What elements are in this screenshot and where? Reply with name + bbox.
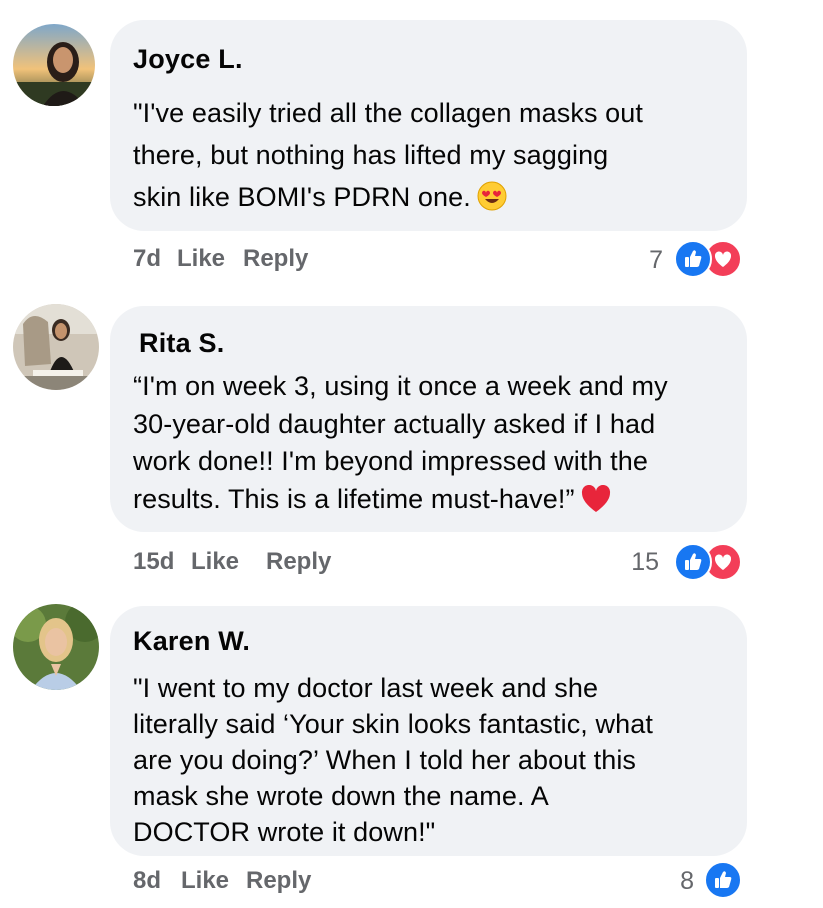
like-icon: [704, 861, 742, 899]
avatar[interactable]: [13, 24, 95, 106]
reply-link[interactable]: Reply: [243, 245, 308, 273]
comment: Karen W. "I went to my doctor last week …: [0, 600, 823, 908]
comment-bubble: Joyce L. "I've easily tried all the coll…: [110, 20, 747, 231]
comment-age[interactable]: 7d: [133, 245, 161, 273]
reactions[interactable]: [674, 240, 742, 278]
reactions[interactable]: [704, 861, 742, 899]
like-link[interactable]: Like: [191, 548, 239, 576]
heart-eyes-emoji: [477, 181, 507, 223]
comment-text-body: "I've easily tried all the collagen mask…: [133, 98, 643, 212]
comment-age[interactable]: 8d: [133, 867, 161, 895]
comment-age[interactable]: 15d: [133, 548, 174, 576]
avatar[interactable]: [13, 604, 99, 690]
reply-link[interactable]: Reply: [266, 548, 331, 576]
comment-author[interactable]: Karen W.: [133, 626, 250, 657]
red-heart-emoji: [581, 484, 611, 524]
like-icon: [674, 543, 712, 581]
comment-author[interactable]: Joyce L.: [133, 44, 243, 75]
comment: Rita S. “I'm on week 3, using it once a …: [0, 300, 823, 600]
reply-link[interactable]: Reply: [246, 867, 311, 895]
comment-bubble: Rita S. “I'm on week 3, using it once a …: [110, 306, 747, 532]
avatar[interactable]: [13, 304, 99, 390]
comment: Joyce L. "I've easily tried all the coll…: [0, 0, 823, 300]
like-icon: [674, 240, 712, 278]
comment-bubble: Karen W. "I went to my doctor last week …: [110, 606, 747, 856]
reaction-count[interactable]: 8: [680, 867, 694, 896]
reaction-count[interactable]: 15: [631, 548, 659, 577]
reaction-count[interactable]: 7: [649, 246, 663, 275]
like-link[interactable]: Like: [177, 245, 225, 273]
reactions[interactable]: [674, 543, 742, 581]
comment-text: "I went to my doctor last week and she l…: [133, 673, 653, 847]
like-link[interactable]: Like: [181, 867, 229, 895]
comment-text: "I've easily tried all the collagen mask…: [133, 92, 643, 223]
comment-author[interactable]: Rita S.: [139, 328, 224, 359]
comment-text: “I'm on week 3, using it once a week and…: [133, 368, 668, 523]
